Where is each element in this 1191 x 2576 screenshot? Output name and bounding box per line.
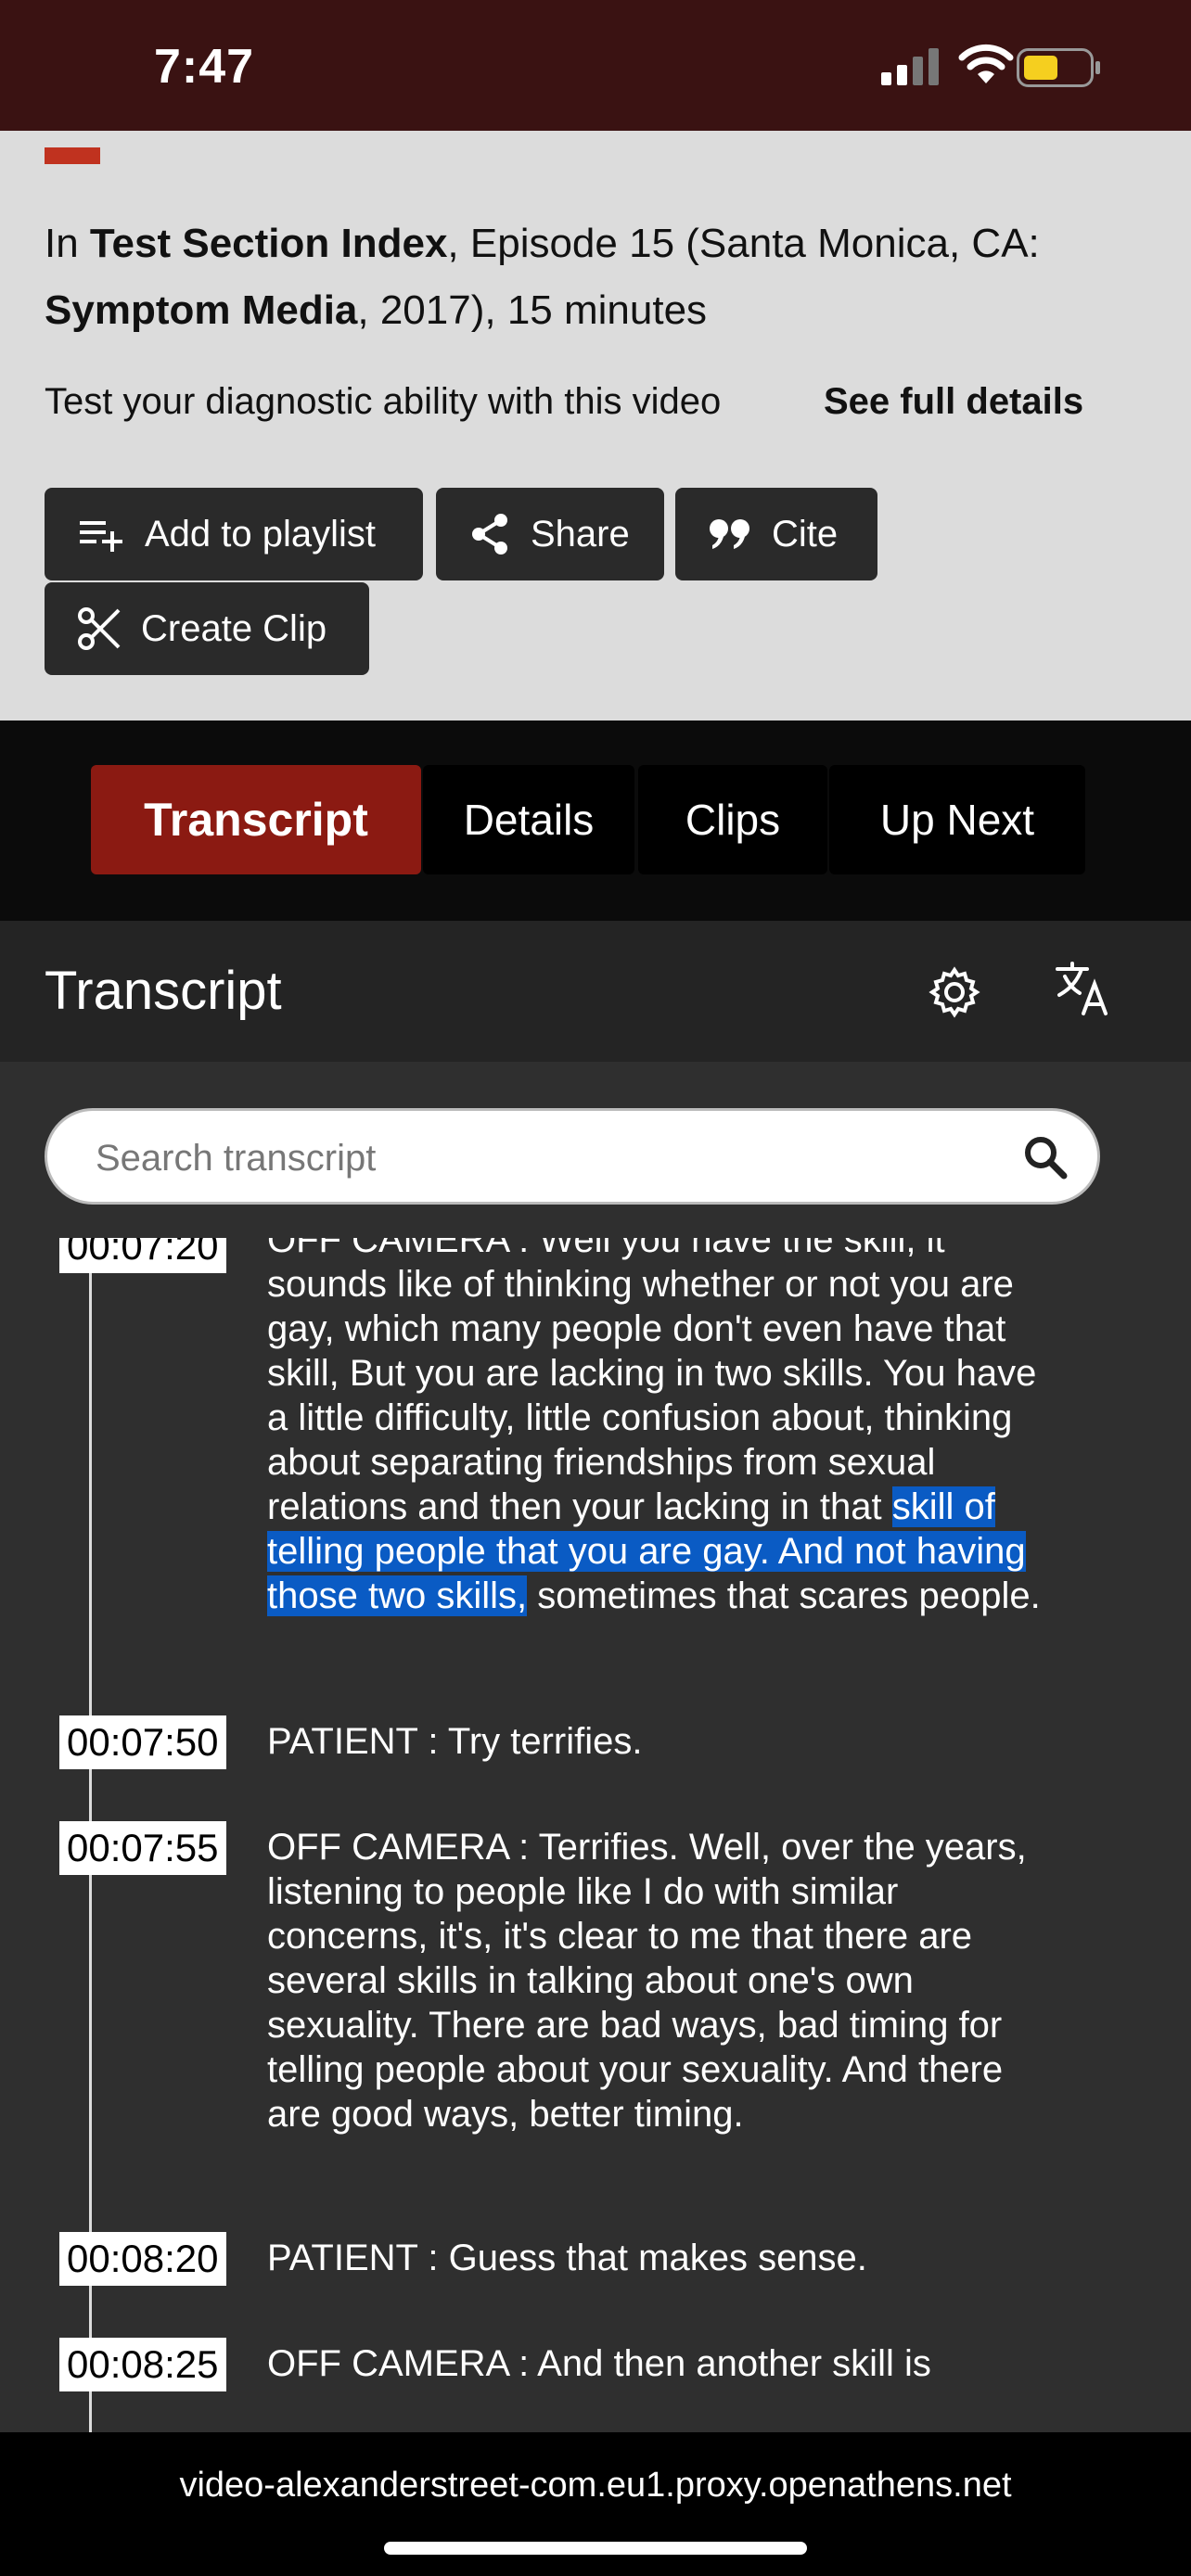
timestamp[interactable]: 00:07:50 <box>59 1715 226 1769</box>
transcript-body: 00:07:20 OFF CAMERA : Well you have the … <box>0 1062 1191 2432</box>
create-clip-button[interactable]: Create Clip <box>45 582 369 675</box>
tab-clips[interactable]: Clips <box>638 765 827 874</box>
timestamp[interactable]: 00:07:20 <box>59 1238 226 1273</box>
transcript-lines: 00:07:20 OFF CAMERA : Well you have the … <box>0 1238 1191 2432</box>
timestamp[interactable]: 00:08:25 <box>59 2338 226 2391</box>
translate-icon[interactable] <box>1054 960 1111 1017</box>
search-icon[interactable] <box>1021 1133 1069 1181</box>
share-button[interactable]: Share <box>436 488 664 580</box>
accent-marker <box>45 147 100 164</box>
search-input[interactable] <box>94 1133 932 1183</box>
scissors-icon <box>78 607 121 650</box>
quote-icon <box>710 519 749 549</box>
gear-icon[interactable] <box>928 965 981 1019</box>
battery-icon <box>1017 48 1100 87</box>
home-indicator[interactable] <box>384 2542 807 2555</box>
cellular-signal-icon <box>881 48 939 85</box>
status-bar: 7:47 <box>0 0 1191 131</box>
tab-details[interactable]: Details <box>423 765 634 874</box>
share-icon <box>472 514 507 555</box>
timestamp[interactable]: 00:08:20 <box>59 2232 226 2286</box>
see-full-details-link[interactable]: See full details <box>824 381 1083 423</box>
transcript-title: Transcript <box>45 961 282 1021</box>
video-description: Test your diagnostic ability with this v… <box>45 381 722 422</box>
citation-text: In Test Section Index, Episode 15 (Santa… <box>45 221 1040 333</box>
wifi-icon <box>958 44 1014 83</box>
browser-url-bar: video-alexanderstreet-com.eu1.proxy.open… <box>0 2432 1191 2576</box>
transcript-text: OFF CAMERA : And then another skill is <box>267 2343 931 2384</box>
cite-button[interactable]: Cite <box>675 488 877 580</box>
add-to-playlist-button[interactable]: Add to playlist <box>45 488 423 580</box>
transcript-header: Transcript <box>0 921 1191 1062</box>
tab-transcript[interactable]: Transcript <box>91 765 421 874</box>
transcript-text: OFF CAMERA : Terrifies. Well, over the y… <box>267 1827 1027 2135</box>
transcript-text: PATIENT : Guess that makes sense. <box>267 2238 867 2278</box>
video-info-panel: In Test Section Index, Episode 15 (Santa… <box>0 131 1191 721</box>
publisher-name: Symptom Media <box>45 287 358 333</box>
transcript-search <box>45 1108 1100 1205</box>
series-name: Test Section Index <box>89 221 448 266</box>
timestamp[interactable]: 00:07:55 <box>59 1821 226 1875</box>
tab-bar: Transcript Details Clips Up Next <box>0 721 1191 921</box>
playlist-add-icon <box>80 521 122 552</box>
page-url[interactable]: video-alexanderstreet-com.eu1.proxy.open… <box>0 2466 1191 2506</box>
transcript-text: PATIENT : Try terrifies. <box>267 1721 643 1762</box>
tab-up-next[interactable]: Up Next <box>829 765 1085 874</box>
transcript-text: OFF CAMERA : Well you have the skill, it… <box>267 1238 1041 1616</box>
status-time: 7:47 <box>154 40 255 94</box>
